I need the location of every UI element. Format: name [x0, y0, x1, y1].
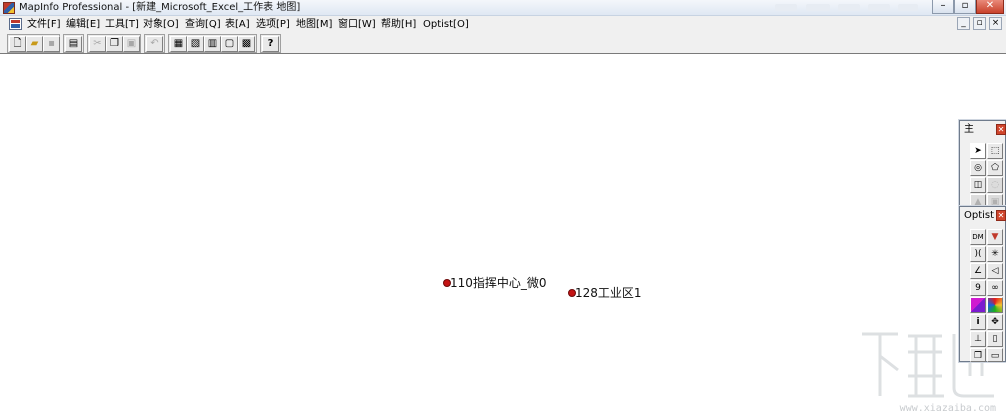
palette-close-icon[interactable]: ✕ — [996, 210, 1006, 221]
title-bar-blurred-text — [838, 4, 860, 11]
menu-objects[interactable]: 对象[O] — [143, 18, 179, 31]
toolbar-group-help: ? — [260, 34, 281, 53]
palette-close-icon[interactable]: ✕ — [996, 124, 1006, 135]
menu-tools[interactable]: 工具[T] — [105, 18, 139, 31]
menu-bar: 文件[F] 编辑[E] 工具[T] 对象[O] 查询[Q] 表[A] 选项[P]… — [0, 16, 1006, 33]
optist-palette-title: Optist — [964, 210, 995, 221]
graph-select-icon[interactable]: ▲ — [970, 194, 986, 206]
optist-palette: Optist ✕ DM ▼ )( ✳ ∠ ◁ 9 ∞ i ✥ ⊥ ▯ ❐ ▭ — [959, 206, 1006, 362]
new-icon[interactable]: 🗋 — [9, 36, 26, 52]
restore-icon[interactable]: ▫ — [954, 0, 976, 14]
map-window[interactable]: 110指挥中心_微0 128工业区1 www.xiazaiba.com — [4, 55, 1006, 416]
main-palette-title: 主 — [964, 124, 974, 135]
title-bar-blurred-text — [806, 4, 830, 11]
title-bar-blurred-text — [775, 4, 797, 11]
menu-options[interactable]: 选项[P] — [256, 18, 290, 31]
menu-map[interactable]: 地图[M] — [296, 18, 332, 31]
help-icon[interactable]: ? — [262, 36, 279, 52]
move-tool-icon[interactable]: ✥ — [987, 314, 1003, 330]
browser-icon[interactable]: ▦ — [170, 36, 187, 52]
mapinfo-app-icon[interactable] — [3, 2, 15, 14]
trash-icon[interactable]: ▯ — [987, 331, 1003, 347]
map-point-label: 128工业区1 — [575, 286, 642, 300]
select-arrow-icon[interactable]: ➤ — [970, 143, 986, 159]
menu-optist[interactable]: Optist[O] — [423, 18, 469, 31]
window-title: MapInfo Professional - [新建_Microsoft_Exc… — [19, 2, 301, 13]
window-frame-icon[interactable]: ▭ — [987, 348, 1003, 362]
toolbar-group-undo: ↶ — [144, 34, 165, 53]
info-tool-button[interactable]: i — [970, 314, 986, 330]
copy-icon[interactable]: ❐ — [106, 36, 123, 52]
line-angle-icon[interactable]: ∠ — [970, 263, 986, 279]
menu-table[interactable]: 表[A] — [225, 18, 250, 31]
bracket-tool-icon[interactable]: )( — [970, 246, 986, 262]
marquee-select-icon[interactable]: ⬚ — [987, 143, 1003, 159]
open-icon[interactable]: ▰ — [26, 36, 43, 52]
nine-tool-button[interactable]: 9 — [970, 280, 986, 296]
menu-edit[interactable]: 编辑[E] — [66, 18, 100, 31]
menu-window[interactable]: 窗口[W] — [338, 18, 376, 31]
save-icon[interactable]: ▪ — [43, 36, 60, 52]
radius-select-icon[interactable]: ◎ — [970, 160, 986, 176]
boundary-select-icon[interactable]: ◫ — [970, 177, 986, 193]
standard-toolbar: 🗋 ▰ ▪ ▤ ✂ ❐ ▣ ↶ ▦ ▧ ▥ ▢ ▩ ? — [0, 33, 1006, 54]
toolbar-group-clipboard: ✂ ❐ ▣ — [87, 34, 141, 53]
menu-file[interactable]: 文件[F] — [27, 18, 61, 31]
mdi-close-icon[interactable]: × — [989, 17, 1002, 30]
sector-tool-icon[interactable]: ◁ — [987, 263, 1003, 279]
paste-icon[interactable]: ▣ — [123, 36, 140, 52]
undo-icon[interactable]: ↶ — [146, 36, 163, 52]
cut-icon[interactable]: ✂ — [89, 36, 106, 52]
shield-icon[interactable]: ▼ — [987, 229, 1003, 245]
title-bar-blurred-text — [868, 4, 890, 11]
document-window-icon[interactable] — [9, 18, 22, 30]
star-tool-icon[interactable]: ✳ — [987, 246, 1003, 262]
toolbar-group-file: 🗋 ▰ ▪ — [7, 34, 60, 53]
menu-help[interactable]: 帮助[H] — [381, 18, 416, 31]
mdi-restore-icon[interactable]: ▫ — [973, 17, 986, 30]
close-icon[interactable]: ✕ — [976, 0, 1004, 14]
color-palette-icon[interactable] — [987, 297, 1003, 313]
minimize-icon[interactable]: – — [932, 0, 954, 14]
watermark-site-text: www.xiazaiba.com — [899, 403, 996, 414]
unselect-all-icon[interactable]: ◌ — [987, 177, 1003, 193]
mdi-minimize-icon[interactable]: _ — [957, 17, 970, 30]
layout-icon[interactable]: ▢ — [221, 36, 238, 52]
redistrict-icon[interactable]: ▩ — [238, 36, 255, 52]
toolbar-group-print: ▤ — [63, 34, 84, 53]
invert-select-icon[interactable]: ▣ — [987, 194, 1003, 206]
copy-layers-icon[interactable]: ❐ — [970, 348, 986, 362]
map-icon[interactable]: ▧ — [187, 36, 204, 52]
print-icon[interactable]: ▤ — [65, 36, 82, 52]
link-tool-icon[interactable]: ∞ — [987, 280, 1003, 296]
dm-tool-button[interactable]: DM — [970, 229, 986, 245]
toolbar-group-windows: ▦ ▧ ▥ ▢ ▩ — [168, 34, 257, 53]
main-palette: 主 ✕ ➤ ⬚ ◎ ⬠ ◫ ◌ ▲ ▣ — [959, 120, 1006, 206]
ruler-tool-icon[interactable]: ⊥ — [970, 331, 986, 347]
magenta-palette-icon[interactable] — [970, 297, 986, 313]
polygon-select-icon[interactable]: ⬠ — [987, 160, 1003, 176]
title-bar-blurred-text — [898, 4, 918, 11]
menu-query[interactable]: 查询[Q] — [185, 18, 221, 31]
map-point-label: 110指挥中心_微0 — [450, 276, 547, 290]
graph-icon[interactable]: ▥ — [204, 36, 221, 52]
title-bar: MapInfo Professional - [新建_Microsoft_Exc… — [0, 0, 1006, 16]
